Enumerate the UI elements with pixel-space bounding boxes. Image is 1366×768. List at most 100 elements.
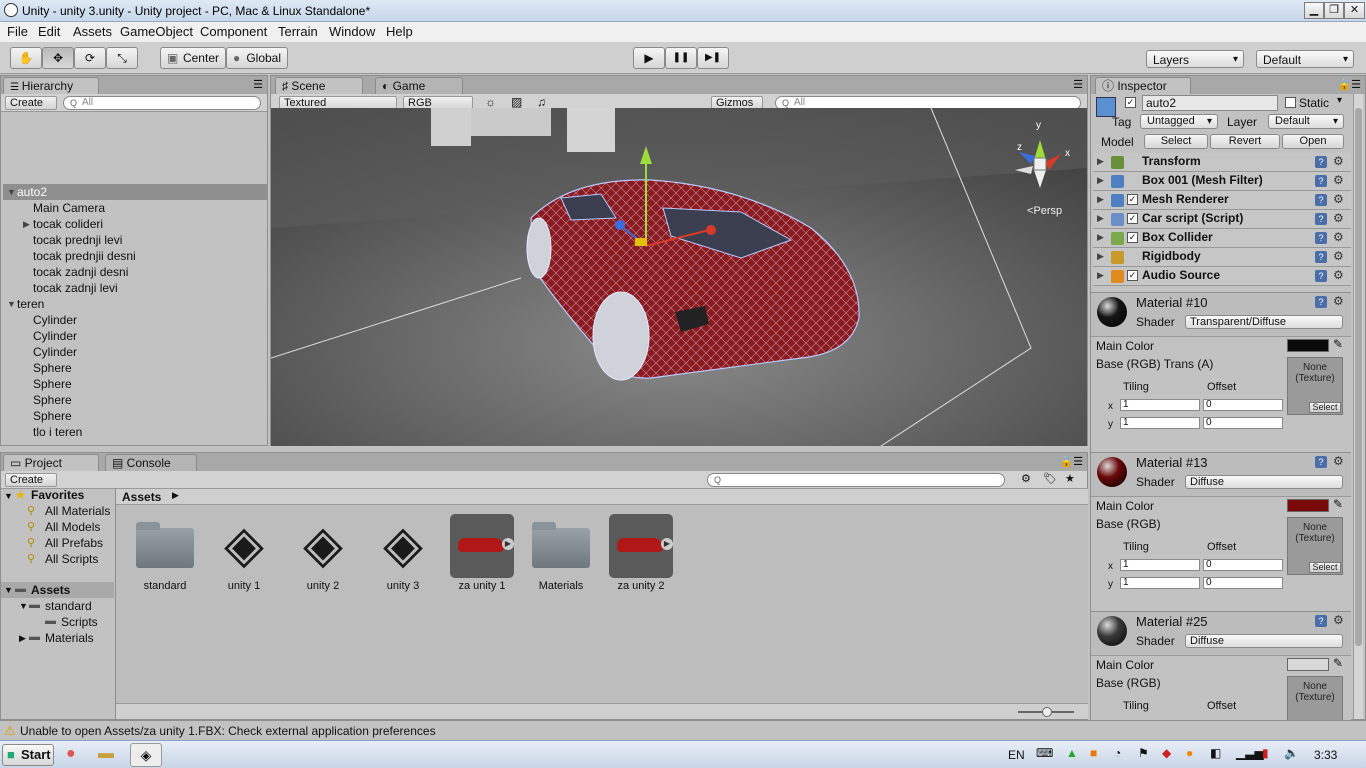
filter-label-icon[interactable]: 🏷: [1043, 472, 1057, 485]
model-revert-button[interactable]: Revert: [1210, 134, 1280, 149]
breadcrumb-assets[interactable]: Assets: [122, 490, 161, 504]
hierarchy-item[interactable]: tlo i teren: [3, 424, 267, 440]
main-color-swatch[interactable]: [1287, 499, 1329, 512]
hierarchy-item[interactable]: ▼ teren: [3, 296, 267, 312]
asset-item[interactable]: ◈ unity 2: [290, 514, 356, 594]
menu-window[interactable]: Window: [329, 24, 375, 39]
component-header[interactable]: ▶ ✓ Mesh Renderer? ⚙: [1093, 191, 1351, 210]
volume-icon[interactable]: 🔈: [1284, 746, 1299, 760]
icon-size-slider-handle[interactable]: [1042, 707, 1052, 717]
help-icon[interactable]: ?: [1315, 194, 1327, 206]
favorite-item[interactable]: ⚲ All Materials: [27, 504, 115, 520]
layer-dropdown[interactable]: Default: [1268, 114, 1344, 129]
hierarchy-item[interactable]: Sphere: [3, 376, 267, 392]
hierarchy-search-input[interactable]: All: [63, 96, 261, 110]
texture-select-button[interactable]: Select: [1309, 562, 1341, 573]
hierarchy-item[interactable]: Sphere: [3, 408, 267, 424]
asset-item[interactable]: standard: [132, 514, 198, 594]
menu-assets[interactable]: Assets: [73, 24, 112, 39]
active-checkbox[interactable]: ✓: [1125, 97, 1136, 108]
shader-dropdown[interactable]: Diffuse: [1185, 634, 1343, 648]
menu-gameobject[interactable]: GameObject: [120, 24, 193, 39]
texture-select-button[interactable]: Select: [1309, 402, 1341, 413]
gear-icon[interactable]: ⚙: [1333, 192, 1344, 206]
antivirus-icon[interactable]: ◆: [1162, 746, 1171, 760]
tab-console[interactable]: ▤ Console: [105, 454, 197, 471]
tray-app-icon[interactable]: ●: [1186, 746, 1193, 760]
main-color-swatch[interactable]: [1287, 339, 1329, 352]
help-icon[interactable]: ?: [1315, 456, 1327, 468]
offset-x-field[interactable]: 0: [1203, 399, 1283, 411]
gear-icon[interactable]: ⚙: [1333, 294, 1344, 308]
asset-item[interactable]: Materials: [528, 514, 594, 594]
component-header[interactable]: ▶ ✓ Box Collider? ⚙: [1093, 229, 1351, 248]
hierarchy-create-dropdown[interactable]: Create: [5, 96, 57, 110]
help-icon[interactable]: ?: [1315, 270, 1327, 282]
gear-icon[interactable]: ⚙: [1333, 454, 1344, 468]
network-icon[interactable]: ▲: [1066, 746, 1078, 760]
project-create-dropdown[interactable]: Create: [5, 473, 57, 487]
flag-icon[interactable]: ⚑: [1138, 746, 1149, 760]
favorite-star-icon[interactable]: ★: [1065, 472, 1075, 485]
maximize-button[interactable]: ❐: [1324, 2, 1344, 19]
component-header[interactable]: ▶ Box 001 (Mesh Filter)? ⚙: [1093, 172, 1351, 191]
layout-dropdown[interactable]: Default: [1256, 50, 1354, 69]
gear-icon[interactable]: ⚙: [1333, 613, 1344, 627]
asset-item[interactable]: ◈ unity 3: [370, 514, 436, 594]
gear-icon[interactable]: ⚙: [1333, 173, 1344, 187]
component-header[interactable]: ▶ ✓ Car script (Script)? ⚙: [1093, 210, 1351, 229]
unity-taskbar-button[interactable]: ◈: [130, 743, 162, 767]
help-icon[interactable]: ?: [1315, 213, 1327, 225]
panel-menu-icon[interactable]: 🔒☰: [1337, 78, 1361, 91]
image-toggle-icon[interactable]: ▨: [511, 95, 522, 109]
pause-button[interactable]: ❚❚: [665, 47, 697, 69]
texture-slot[interactable]: None (Texture) Select: [1287, 357, 1343, 415]
tab-inspector[interactable]: ⓘ Inspector: [1095, 77, 1191, 94]
scale-tool-button[interactable]: ⤡: [106, 47, 138, 69]
favorite-item[interactable]: ⚲ All Prefabs: [27, 536, 115, 552]
start-button[interactable]: ■ Start: [2, 744, 54, 766]
foldout-arrow-icon[interactable]: ▶: [1097, 270, 1104, 281]
keyboard-icon[interactable]: ⌨: [1036, 746, 1053, 760]
hierarchy-item[interactable]: Main Camera: [3, 200, 267, 216]
audio-toggle-icon[interactable]: ♫: [537, 95, 546, 109]
help-icon[interactable]: ?: [1315, 232, 1327, 244]
assets-root[interactable]: ▼ ▬ Assets: [1, 582, 114, 598]
tab-project[interactable]: ▭ Project: [3, 454, 99, 471]
hand-tool-button[interactable]: ✋: [10, 47, 42, 69]
static-checkbox[interactable]: [1285, 97, 1296, 108]
hierarchy-item[interactable]: Cylinder: [3, 344, 267, 360]
project-tree-item[interactable]: ▼ ▬ standard: [1, 598, 114, 614]
menu-help[interactable]: Help: [386, 24, 413, 39]
tab-scene[interactable]: ♯ Scene: [275, 77, 363, 94]
foldout-arrow-icon[interactable]: ▶: [23, 219, 30, 230]
menu-file[interactable]: File: [7, 24, 28, 39]
component-header[interactable]: ▶ Rigidbody? ⚙: [1093, 248, 1351, 267]
hierarchy-item[interactable]: tocak prednjii desni: [3, 248, 267, 264]
tiling-x-field[interactable]: 1: [1120, 399, 1200, 411]
minimize-button[interactable]: ▁: [1304, 2, 1324, 19]
filter-type-icon[interactable]: ⚙: [1021, 472, 1031, 485]
gear-icon[interactable]: ⚙: [1333, 211, 1344, 225]
hierarchy-item[interactable]: ▼ auto2: [3, 184, 267, 200]
foldout-arrow-icon[interactable]: ▶: [1097, 213, 1104, 224]
menu-edit[interactable]: Edit: [38, 24, 60, 39]
offset-x-field[interactable]: 0: [1203, 559, 1283, 571]
shader-dropdown[interactable]: Diffuse: [1185, 475, 1343, 489]
gear-icon[interactable]: ⚙: [1333, 154, 1344, 168]
menu-component[interactable]: Component: [200, 24, 267, 39]
asset-item[interactable]: ▶ za unity 1: [449, 514, 515, 594]
status-bar[interactable]: ⚠ Unable to open Assets/za unity 1.FBX: …: [0, 720, 1366, 740]
foldout-arrow-icon[interactable]: ▶: [1097, 156, 1104, 167]
tray-clock-icon[interactable]: ◔: [1114, 746, 1121, 760]
eyedropper-icon[interactable]: ✎: [1333, 337, 1343, 351]
shader-dropdown[interactable]: Transparent/Diffuse: [1185, 315, 1343, 329]
help-icon[interactable]: ?: [1315, 156, 1327, 168]
tiling-x-field[interactable]: 1: [1120, 559, 1200, 571]
tray-app-icon[interactable]: ■: [1090, 746, 1097, 760]
close-button[interactable]: ✕: [1344, 2, 1365, 19]
menu-terrain[interactable]: Terrain: [278, 24, 318, 39]
component-enabled-checkbox[interactable]: ✓: [1127, 194, 1138, 205]
favorites-header[interactable]: Favorites: [31, 488, 84, 502]
tag-dropdown[interactable]: Untagged: [1140, 114, 1218, 129]
